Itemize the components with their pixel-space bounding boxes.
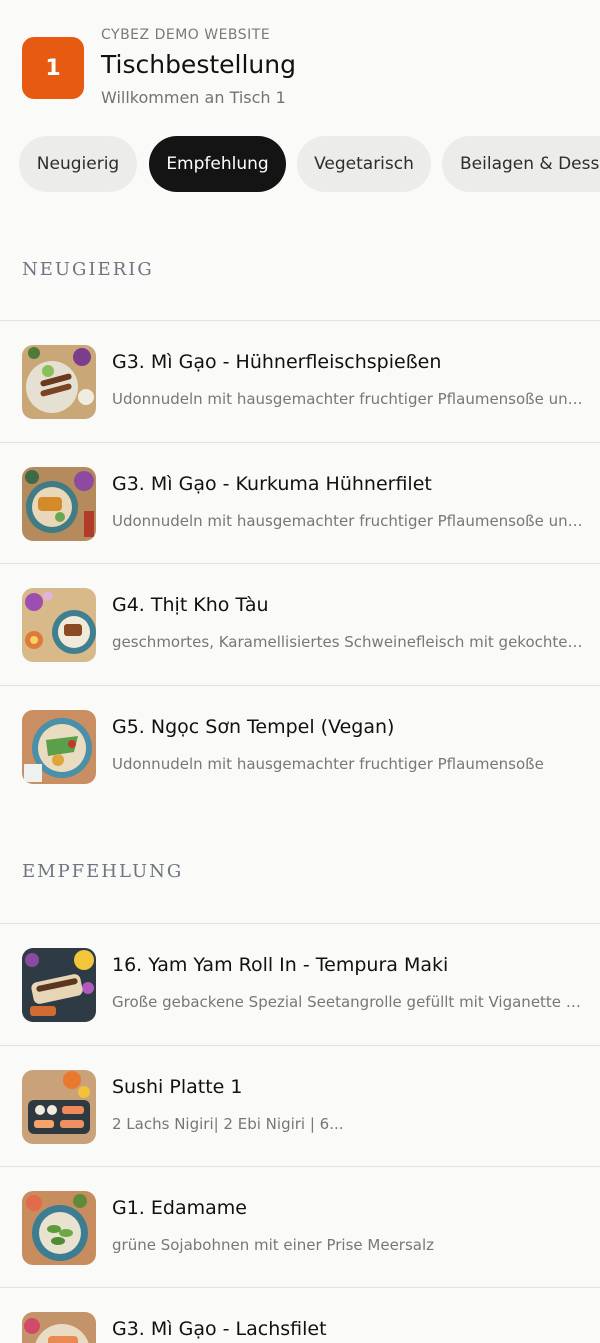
item-description: geschmortes, Karamellisiertes Schweinefl… — [112, 633, 588, 651]
item-description: Große gebackene Spezial Seetangrolle gef… — [112, 993, 588, 1011]
table-number-badge: 1 — [22, 37, 84, 99]
dish-image — [22, 948, 96, 1022]
site-name: CYBEZ DEMO WEBSITE — [101, 27, 271, 43]
menu-item[interactable]: G5. Ngọc Sơn Tempel (Vegan) Udonnudeln m… — [0, 686, 600, 807]
menu-item[interactable]: G1. Edamame grüne Sojabohnen mit einer P… — [0, 1167, 600, 1288]
item-description: grüne Sojabohnen mit einer Prise Meersal… — [112, 1236, 435, 1254]
item-title: Sushi Platte 1 — [112, 1076, 243, 1098]
section-title: NEUGIERIG — [22, 259, 154, 280]
menu-item[interactable]: G4. Thịt Kho Tàu geschmortes, Karamellis… — [0, 564, 600, 685]
dish-image — [22, 467, 96, 541]
tab-neugierig[interactable]: Neugierig — [19, 136, 137, 192]
item-description: 2 Lachs Nigiri| 2 Ebi Nigiri | 6... — [112, 1115, 344, 1133]
menu-item[interactable]: G3. Mì Gạo - Hühnerfleischspießen Udonnu… — [0, 321, 600, 442]
item-title: G4. Thịt Kho Tàu — [112, 594, 269, 616]
item-title: G3. Mì Gạo - Kurkuma Hühnerfilet — [112, 473, 432, 495]
header: 1 CYBEZ DEMO WEBSITE Tischbestellung Wil… — [22, 24, 582, 114]
dish-image — [22, 710, 96, 784]
dish-image — [22, 345, 96, 419]
item-title: G3. Mì Gạo - Hühnerfleischspießen — [112, 351, 442, 373]
item-title: G1. Edamame — [112, 1197, 247, 1219]
tab-empfehlung[interactable]: Empfehlung — [149, 136, 286, 192]
dish-image — [22, 1070, 96, 1144]
section-title: EMPFEHLUNG — [22, 861, 184, 882]
welcome-text: Willkommen an Tisch 1 — [101, 88, 286, 107]
tab-vegetarisch[interactable]: Vegetarisch — [297, 136, 431, 192]
tab-beilagen-desserts[interactable]: Beilagen & Desserts — [442, 136, 600, 192]
menu-item[interactable]: 16. Yam Yam Roll In - Tempura Maki Große… — [0, 924, 600, 1045]
dish-image — [22, 1312, 96, 1343]
item-title: 16. Yam Yam Roll In - Tempura Maki — [112, 954, 449, 976]
item-description: Udonnudeln mit hausgemachter fruchtiger … — [112, 755, 544, 773]
item-title: G3. Mì Gạo - Lachsfilet — [112, 1318, 327, 1340]
dish-image — [22, 588, 96, 662]
dish-image — [22, 1191, 96, 1265]
item-description: Udonnudeln mit hausgemachter fruchtiger … — [112, 512, 588, 530]
menu-item[interactable]: G3. Mì Gạo - Lachsfilet — [0, 1288, 600, 1343]
page-title: Tischbestellung — [101, 50, 296, 79]
menu-item[interactable]: G3. Mì Gạo - Kurkuma Hühnerfilet Udonnud… — [0, 443, 600, 564]
menu-item[interactable]: Sushi Platte 1 2 Lachs Nigiri| 2 Ebi Nig… — [0, 1046, 600, 1167]
item-title: G5. Ngọc Sơn Tempel (Vegan) — [112, 716, 395, 738]
category-tabs: Neugierig Empfehlung Vegetarisch Beilage… — [19, 136, 600, 192]
item-description: Udonnudeln mit hausgemachter fruchtiger … — [112, 390, 588, 408]
